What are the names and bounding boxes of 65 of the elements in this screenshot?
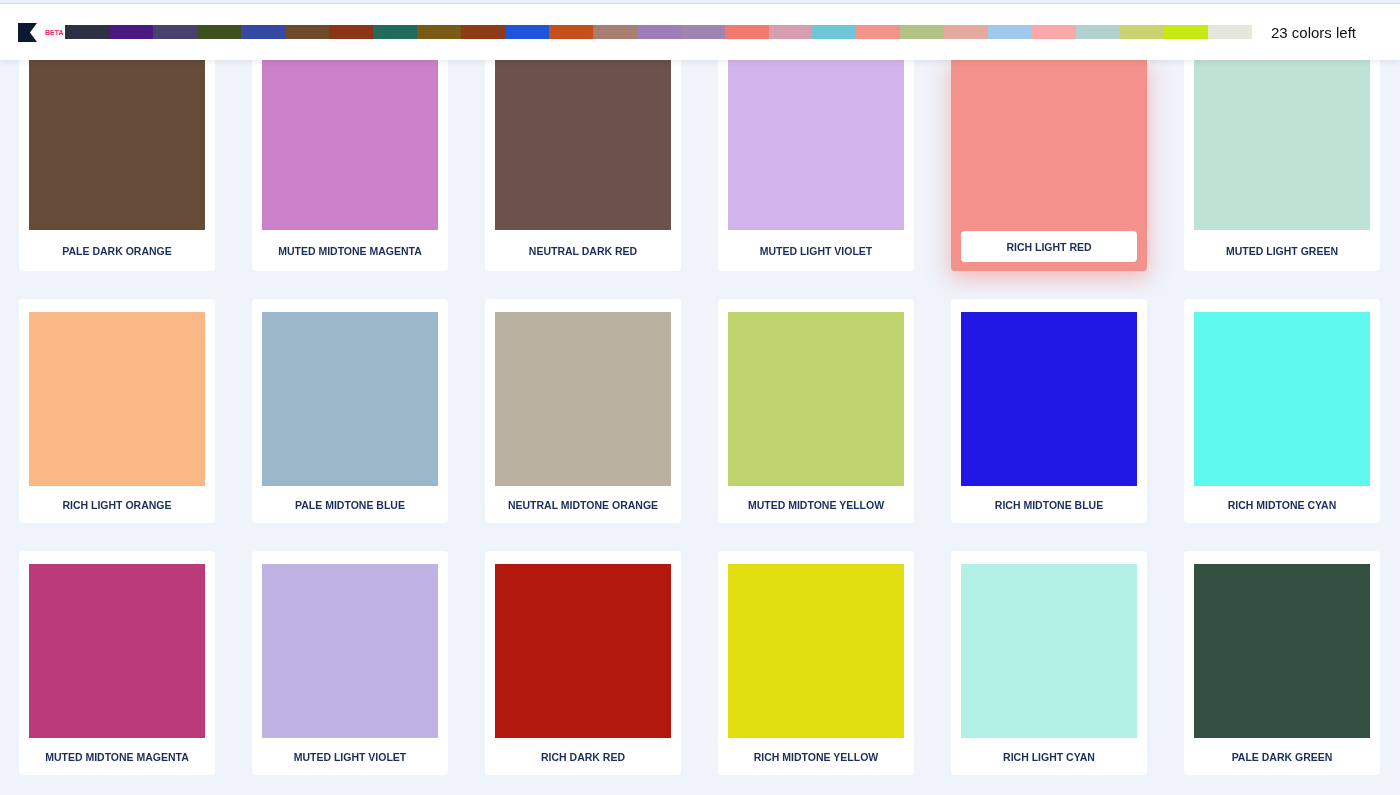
color-name: PALE MIDTONE BLUE [294,497,406,513]
color-name: MUTED LIGHT VIOLET [758,243,874,259]
palette-color[interactable] [944,25,989,39]
palette-color[interactable] [196,25,241,39]
palette-color[interactable] [1120,25,1165,39]
palette-color[interactable] [284,25,329,39]
color-card[interactable]: PALE MIDTONE BLUE [252,299,448,523]
palette-color[interactable] [1032,25,1077,39]
palette-color[interactable] [812,25,857,39]
color-name: PALE DARK GREEN [1230,749,1334,765]
color-card[interactable]: NEUTRAL MIDTONE ORANGE [485,299,681,523]
palette-color[interactable] [724,25,769,39]
color-name: NEUTRAL MIDTONE ORANGE [506,497,660,513]
palette-color[interactable] [504,25,549,39]
palette-color[interactable] [152,25,197,39]
color-card[interactable]: PALE DARK ORANGE [19,60,215,271]
palette-color[interactable] [1076,25,1121,39]
color-card[interactable]: MUTED MIDTONE MAGENTA [252,60,448,271]
color-name: RICH MIDTONE BLUE [993,497,1105,513]
color-card[interactable]: RICH MIDTONE YELLOW [718,551,914,775]
color-card[interactable]: RICH DARK RED [485,551,681,775]
color-name: RICH LIGHT CYAN [1002,749,1096,765]
palette-color[interactable] [680,25,725,39]
color-card[interactable]: RICH LIGHT RED [951,60,1147,271]
palette-color[interactable] [856,25,901,39]
color-name: MUTED MIDTONE YELLOW [746,497,886,513]
palette-color[interactable] [328,25,373,39]
logo-icon[interactable] [18,22,37,42]
palette-color[interactable] [768,25,813,39]
color-name: MUTED MIDTONE MAGENTA [44,749,190,765]
color-card[interactable]: MUTED LIGHT GREEN [1184,60,1380,271]
color-name: RICH MIDTONE CYAN [1226,497,1338,513]
color-card[interactable]: PALE DARK GREEN [1184,551,1380,775]
palette-color[interactable] [636,25,681,39]
color-name: RICH DARK RED [540,749,626,765]
palette-color[interactable] [65,25,109,39]
color-name: RICH LIGHT RED [961,231,1137,262]
color-name: RICH MIDTONE YELLOW [752,749,880,765]
color-card[interactable]: NEUTRAL DARK RED [485,60,681,271]
color-card[interactable]: RICH MIDTONE CYAN [1184,299,1380,523]
palette-color[interactable] [548,25,593,39]
palette-color[interactable] [460,25,505,39]
color-card[interactable]: RICH LIGHT CYAN [951,551,1147,775]
palette-color[interactable] [240,25,285,39]
color-card[interactable]: MUTED MIDTONE YELLOW [718,299,914,523]
palette-color[interactable] [1164,25,1209,39]
palette-color[interactable] [372,25,417,39]
color-name: MUTED LIGHT GREEN [1225,243,1339,259]
palette-color[interactable] [108,25,153,39]
color-name: NEUTRAL DARK RED [527,243,639,259]
color-card[interactable]: MUTED LIGHT VIOLET [252,551,448,775]
palette-color[interactable] [592,25,637,39]
palette-color[interactable] [416,25,461,39]
color-card[interactable]: MUTED MIDTONE MAGENTA [19,551,215,775]
color-card[interactable]: RICH MIDTONE BLUE [951,299,1147,523]
color-card[interactable]: MUTED LIGHT VIOLET [718,60,914,271]
color-name: RICH LIGHT ORANGE [61,497,173,513]
color-name: MUTED LIGHT VIOLET [292,749,408,765]
colors-left-count: 23 colors left [1271,23,1357,41]
palette-color[interactable] [900,25,945,39]
color-name: PALE DARK ORANGE [61,243,173,259]
palette-color[interactable] [1208,25,1253,39]
palette-color[interactable] [988,25,1033,39]
color-name: MUTED MIDTONE MAGENTA [277,243,423,259]
color-card[interactable]: RICH LIGHT ORANGE [19,299,215,523]
